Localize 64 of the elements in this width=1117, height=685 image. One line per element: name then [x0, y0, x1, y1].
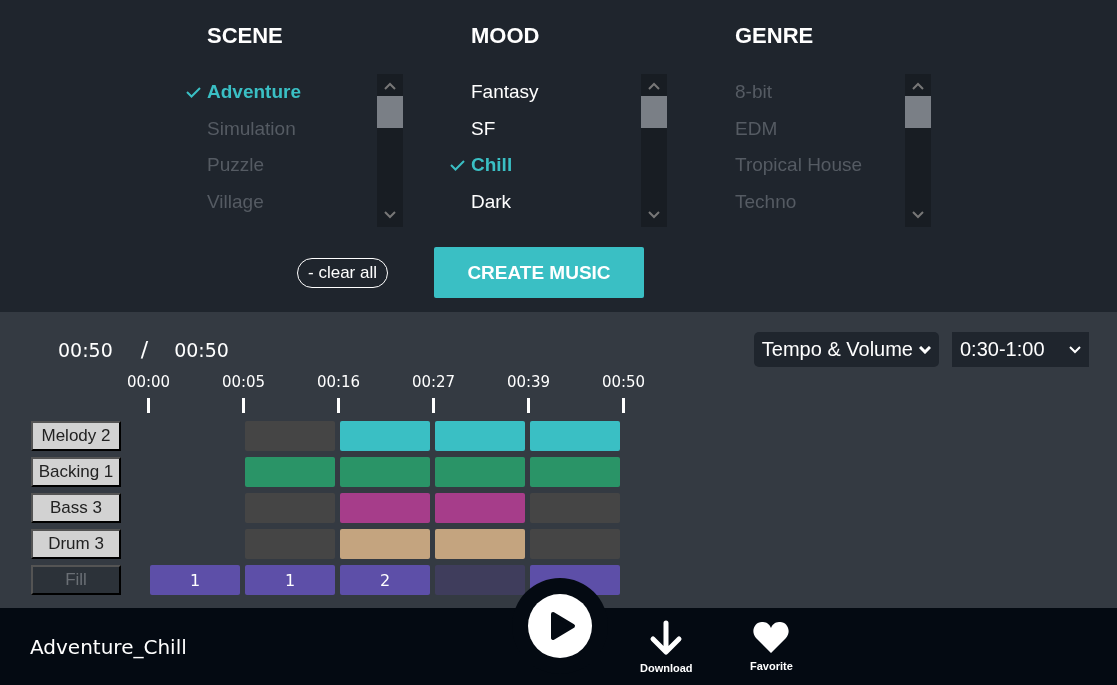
download-button[interactable]: Download — [640, 620, 693, 674]
track-title: Adventure_Chill — [30, 634, 187, 659]
scroll-down-icon[interactable] — [912, 211, 924, 219]
track-segment[interactable] — [435, 457, 525, 487]
scroll-up-icon[interactable] — [648, 82, 660, 90]
timeline-label: 00:39 — [506, 373, 551, 393]
timeline-label: 00:00 — [126, 373, 171, 393]
dropdown[interactable]: 0:30-1:00 — [952, 332, 1089, 367]
scrollbar-thumb[interactable] — [377, 96, 403, 128]
filter-option[interactable]: Dark — [471, 190, 512, 213]
timeline-tick — [432, 398, 435, 413]
track-segment[interactable] — [435, 565, 525, 595]
timeline-tick — [242, 398, 245, 413]
filter-option[interactable]: Fantasy — [471, 81, 539, 104]
time-separator: / — [140, 337, 149, 362]
track-segment[interactable] — [340, 421, 430, 451]
favorite-button[interactable]: Favorite — [750, 620, 793, 672]
filter-option[interactable]: Chill — [471, 154, 513, 177]
timeline-label: 00:05 — [221, 373, 266, 393]
track-segment[interactable] — [435, 493, 525, 523]
scroll-down-icon[interactable] — [384, 211, 396, 219]
scrollbar[interactable] — [377, 74, 403, 227]
scrollbar-thumb[interactable] — [641, 96, 667, 128]
track-segment[interactable] — [435, 421, 525, 451]
filter-heading: MOOD — [471, 22, 541, 50]
timeline-label: 00:27 — [411, 373, 456, 393]
track-segment[interactable] — [530, 457, 620, 487]
timeline-tick — [622, 398, 625, 413]
track-label[interactable]: Backing 1 — [31, 457, 121, 487]
track-label[interactable]: Drum 3 — [31, 529, 121, 559]
scroll-up-icon[interactable] — [912, 82, 924, 90]
timeline-label: 00:50 — [601, 373, 646, 393]
track-segment[interactable] — [245, 457, 335, 487]
chevron-down-icon — [1069, 345, 1081, 354]
scroll-down-icon[interactable] — [648, 211, 660, 219]
filter-heading: GENRE — [735, 22, 815, 50]
track-label[interactable]: Melody 2 — [31, 421, 121, 451]
timeline-tick — [337, 398, 340, 413]
scrollbar[interactable] — [905, 74, 931, 227]
scrollbar[interactable] — [641, 74, 667, 227]
track-segment[interactable] — [340, 457, 430, 487]
filter-option[interactable]: SF — [471, 117, 496, 140]
heart-icon — [752, 620, 791, 654]
filter-heading: SCENE — [207, 22, 284, 50]
current-time: 00:50 — [58, 338, 113, 361]
timeline-tick — [527, 398, 530, 413]
track-segment[interactable]: 2 — [340, 565, 430, 595]
track-segment[interactable] — [435, 529, 525, 559]
chevron-down-icon — [919, 345, 931, 354]
scrollbar-thumb[interactable] — [905, 96, 931, 128]
download-icon — [649, 620, 684, 656]
filter-option[interactable]: Adventure — [207, 81, 301, 104]
track-segment[interactable]: 1 — [245, 565, 335, 595]
timeline-tick — [147, 398, 150, 413]
dropdown[interactable]: Tempo & Volume — [753, 332, 939, 367]
track-segment[interactable] — [340, 529, 430, 559]
track-segment[interactable] — [340, 493, 430, 523]
track-segment[interactable]: 1 — [150, 565, 240, 595]
track-segment[interactable] — [530, 421, 620, 451]
timeline-label: 00:16 — [316, 373, 361, 393]
play-icon — [550, 611, 576, 641]
track-label[interactable]: Bass 3 — [31, 493, 121, 523]
total-time: 00:50 — [174, 338, 229, 361]
scroll-up-icon[interactable] — [384, 82, 396, 90]
